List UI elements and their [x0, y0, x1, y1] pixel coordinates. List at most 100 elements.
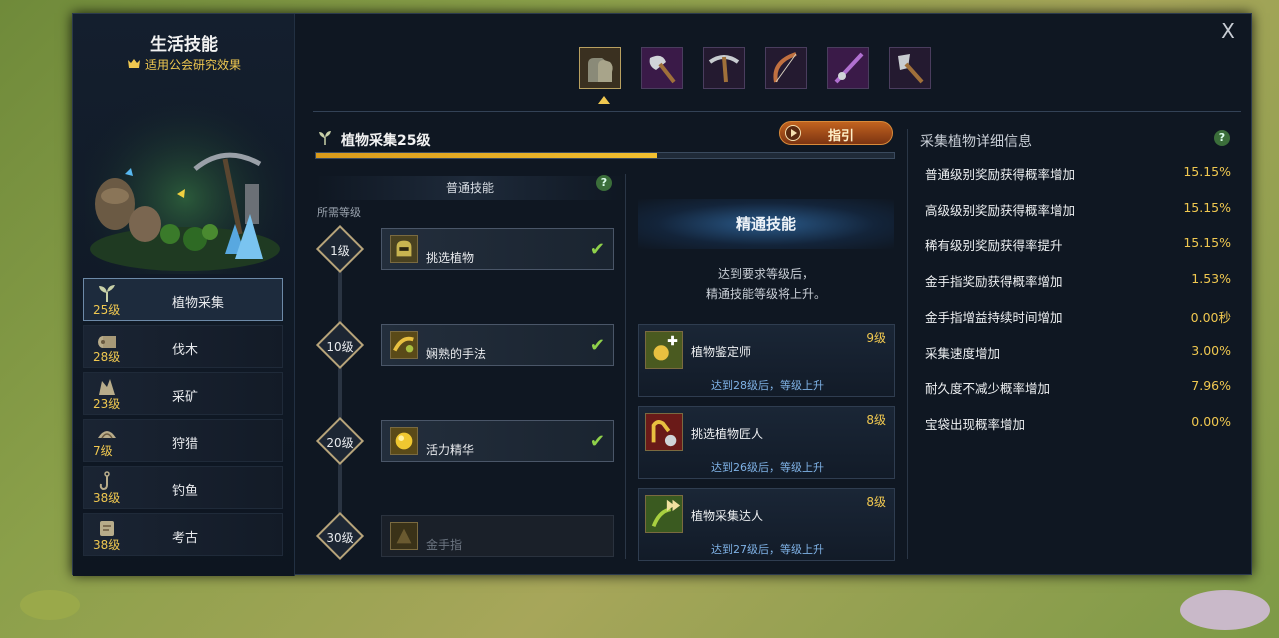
stat-row: 采集速度增加 3.00% [925, 343, 1231, 363]
skill-name: 采矿 [172, 390, 199, 405]
stat-row: 耐久度不减少概率增加 7.96% [925, 378, 1231, 398]
stat-value: 0.00% [1191, 413, 1231, 429]
gloves-icon [580, 48, 620, 88]
mastery-name: 植物采集达人 [691, 509, 764, 523]
shovel-icon [890, 48, 930, 88]
mastery-card-plant-picking-artisan[interactable]: 挑选植物匠人 8级 达到26级后，等级上升 [638, 406, 895, 479]
crest-icon [127, 59, 140, 68]
skill-name: 娴熟的手法 [426, 347, 487, 361]
tier-level: 30级 [326, 531, 354, 545]
sprout-icon [99, 285, 115, 302]
life-skill-list: 25级 植物采集 28级 伐木 23级 采矿 7级 狩猎 38级 钓鱼 38级 … [83, 278, 283, 560]
skill-level: 38级 [93, 491, 121, 505]
ore-icon [99, 379, 115, 395]
mastery-note-line: 达到要求等级后， [717, 267, 814, 281]
close-button[interactable]: X [1217, 20, 1239, 42]
guild-research-text: 适用公会研究效果 [144, 58, 241, 72]
skill-name: 狩猎 [172, 437, 199, 452]
skill-item-plant-gathering[interactable]: 25级 植物采集 [83, 278, 283, 321]
current-skill-title: 植物采集25级 [341, 133, 431, 149]
check-icon: ✔ [589, 431, 605, 452]
log-icon [98, 336, 116, 348]
essence-icon [390, 427, 418, 455]
stat-value: 1.53% [1191, 271, 1231, 287]
skill-item-logging[interactable]: 28级 伐木 [83, 325, 283, 368]
tool-axe[interactable] [641, 47, 683, 89]
skill-item-fishing[interactable]: 38级 钓鱼 [83, 466, 283, 509]
mastery-card-plant-gathering-master[interactable]: 植物采集达人 8级 达到27级后，等级上升 [638, 488, 895, 561]
mastery-name: 挑选植物匠人 [691, 427, 764, 441]
skill-name: 植物采集 [172, 296, 225, 311]
normal-skill-skilled-hands[interactable]: 娴熟的手法 ✔ [381, 324, 614, 366]
level-track [338, 254, 342, 544]
fishing-rod-icon [828, 48, 868, 88]
tier-level: 10级 [326, 340, 354, 354]
stat-row: 宝袋出现概率增加 0.00% [925, 414, 1231, 434]
skill-name: 挑选植物 [426, 251, 475, 265]
tier-level: 1级 [330, 244, 350, 258]
check-icon: ✔ [589, 335, 605, 356]
skill-item-archaeology[interactable]: 38级 考古 [83, 513, 283, 556]
grass-patch [20, 590, 80, 620]
skill-level: 23级 [93, 397, 121, 411]
mastery-skills-title: 精通技能 [735, 215, 796, 233]
normal-skills-title: 普通技能 [445, 181, 494, 195]
guide-button-label: 指引 [828, 129, 855, 144]
stat-value: 3.00% [1191, 342, 1231, 358]
stats-help-icon[interactable]: ? [1214, 130, 1230, 146]
skill-level: 28级 [93, 350, 121, 364]
mastery-level: 8级 [866, 495, 886, 509]
stat-row: 普通级别奖励获得概率增加 15.15% [925, 164, 1231, 184]
mastery-skills-header: 精通技能 [638, 199, 894, 249]
stat-value: 7.96% [1191, 378, 1231, 394]
skill-level: 25级 [93, 303, 121, 317]
stat-value: 15.15% [1183, 164, 1231, 179]
stat-label: 金手指增益持续时间增加 [925, 309, 1063, 325]
mastery-card-plant-appraiser[interactable]: 植物鉴定师 9级 达到28级后，等级上升 [638, 324, 895, 397]
normal-help-icon[interactable]: ? [596, 175, 612, 191]
stat-row: 金手指奖励获得概率增加 1.53% [925, 271, 1231, 291]
skill-name: 金手指 [426, 538, 463, 552]
skill-name: 伐木 [172, 343, 199, 358]
panel-title: 生活技能 [150, 35, 218, 55]
selected-tool-pointer [598, 96, 610, 104]
tool-bow[interactable] [765, 47, 807, 89]
mastery-level: 8级 [866, 413, 886, 427]
stat-label: 金手指奖励获得概率增加 [925, 274, 1063, 290]
mastery-requirement: 达到26级后，等级上升 [711, 461, 824, 474]
skill-level: 7级 [93, 444, 113, 458]
play-icon [785, 125, 801, 141]
tool-fishing-rod[interactable] [827, 47, 869, 89]
stat-row: 稀有级别奖励获得率提升 15.15% [925, 235, 1231, 255]
life-skill-window: X 生活技能 适用公会研究效果 25级 植物采集 28级 伐木 23级 采矿 7… [72, 13, 1252, 576]
left-panel: 生活技能 适用公会研究效果 25级 植物采集 28级 伐木 23级 采矿 7级 … [73, 14, 295, 576]
divider [907, 129, 908, 559]
skill-item-mining[interactable]: 23级 采矿 [83, 372, 283, 415]
mastery-note: 达到要求等级后， 精通技能等级将上升。 [638, 264, 894, 304]
normal-skill-vitality-essence[interactable]: 活力精华 ✔ [381, 420, 614, 462]
stat-label: 宝袋出现概率增加 [925, 416, 1026, 432]
normal-skill-pick-plants[interactable]: 挑选植物 ✔ [381, 228, 614, 270]
tool-pickaxe[interactable] [703, 47, 745, 89]
tool-shovel[interactable] [889, 47, 931, 89]
stats-title: 采集植物详细信息 [920, 134, 1032, 150]
guide-button[interactable]: 指引 [779, 121, 893, 145]
scroll-icon [100, 521, 114, 536]
divider [625, 174, 626, 559]
skill-item-hunting[interactable]: 7级 狩猎 [83, 419, 283, 462]
progress-fill [316, 153, 658, 158]
mastery-name: 植物鉴定师 [691, 345, 752, 359]
stat-label: 采集速度增加 [925, 345, 1001, 361]
skill-level: 38级 [93, 538, 121, 552]
herb-fastforward-icon [645, 495, 683, 533]
mastery-note-line: 精通技能等级将上升。 [705, 287, 826, 301]
stat-row: 金手指增益持续时间增加 0.00秒 [925, 307, 1231, 327]
normal-skill-golden-finger[interactable]: 金手指 [381, 515, 614, 557]
stat-label: 普通级别奖励获得概率增加 [925, 167, 1076, 182]
mastery-requirement: 达到27级后，等级上升 [711, 543, 824, 556]
glove-clock-icon [645, 413, 683, 451]
stat-label: 稀有级别奖励获得率提升 [925, 238, 1063, 254]
stat-row: 高级级别奖励获得概率增加 15.15% [925, 200, 1231, 220]
tool-gloves[interactable] [579, 47, 621, 89]
skill-name: 钓鱼 [172, 484, 199, 499]
